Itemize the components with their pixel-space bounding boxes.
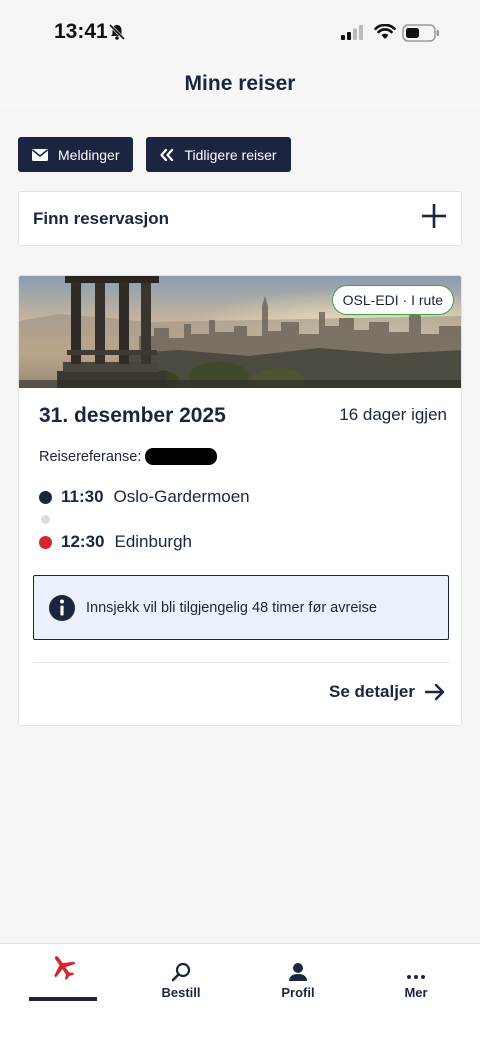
trip-card[interactable]: OSL-EDI · I rute 31. desember 2025 16 da…: [18, 275, 462, 726]
previous-trips-button[interactable]: Tidligere reiser: [146, 137, 291, 172]
arrival-dot-icon: [39, 535, 52, 549]
trip-date: 31. desember 2025: [39, 404, 226, 427]
nav-bestill-label: Bestill: [161, 985, 201, 1000]
messages-button[interactable]: Meldinger: [18, 137, 134, 172]
arrival-time: 12:30: [61, 532, 105, 551]
see-details-link[interactable]: Se detaljer: [329, 682, 445, 702]
page-title: Mine reiser: [184, 72, 296, 95]
messages-button-label: Meldinger: [58, 146, 120, 163]
redacted-reference: [145, 448, 218, 465]
find-reservation-row[interactable]: Finn reservasjon: [18, 191, 462, 246]
active-tab-indicator: [29, 997, 97, 1001]
days-left: 16 dager igjen: [339, 405, 447, 424]
checkin-info-text: Innsjekk vil bli tilgjengelig 48 timer f…: [86, 599, 377, 616]
info-icon: [48, 594, 76, 622]
user-icon: [253, 954, 343, 982]
wifi-icon: [374, 23, 396, 45]
checkin-info-box: Innsjekk vil bli tilgjengelig 48 timer f…: [33, 575, 449, 640]
envelope-icon: [32, 148, 48, 161]
status-time: 13:41: [54, 20, 108, 43]
nav-item-mer[interactable]: Mer: [371, 954, 461, 1000]
see-details-label: Se detaljer: [329, 682, 415, 701]
cellular-signal-icon: [341, 25, 365, 45]
booking-reference-label: Reisereferanse:: [39, 448, 142, 465]
nav-item-trips[interactable]: [18, 954, 108, 985]
battery-icon: [402, 24, 440, 47]
departure-airport: Oslo-Gardermoen: [113, 487, 250, 506]
departure-time: 11:30: [61, 487, 104, 506]
nav-item-bestill[interactable]: Bestill: [136, 954, 226, 1000]
departure-leg: 11:30 Oslo-Gardermoen: [39, 487, 250, 507]
double-chevron-left-icon: [160, 148, 174, 161]
arrow-right-icon: [425, 683, 445, 701]
route-status-badge: OSL-EDI · I rute: [331, 285, 454, 315]
arrival-leg: 12:30 Edinburgh: [39, 532, 192, 552]
arrival-airport: Edinburgh: [114, 532, 192, 551]
status-bar: 13:41: [0, 0, 480, 64]
previous-trips-button-label: Tidligere reiser: [184, 146, 277, 163]
more-icon: [371, 954, 461, 982]
nav-profil-label: Profil: [281, 985, 315, 1000]
bell-off-icon: [108, 23, 126, 46]
app-header: Mine reiser: [0, 64, 480, 110]
nav-item-profil[interactable]: Profil: [253, 954, 343, 1000]
departure-dot-icon: [39, 490, 52, 504]
find-reservation-label: Finn reservasjon: [33, 208, 170, 228]
route-connector-dot: [41, 515, 50, 524]
plus-icon[interactable]: [421, 203, 447, 234]
booking-reference-row: Reisereferanse:: [39, 448, 218, 465]
action-buttons: Meldinger Tidligere reiser: [18, 137, 291, 172]
bottom-navigation: Bestill Profil Mer: [0, 943, 480, 1040]
search-icon: [136, 954, 226, 982]
destination-image: OSL-EDI · I rute: [19, 276, 461, 388]
divider: [33, 662, 449, 663]
airplane-icon: [18, 954, 108, 982]
nav-mer-label: Mer: [404, 985, 428, 1000]
